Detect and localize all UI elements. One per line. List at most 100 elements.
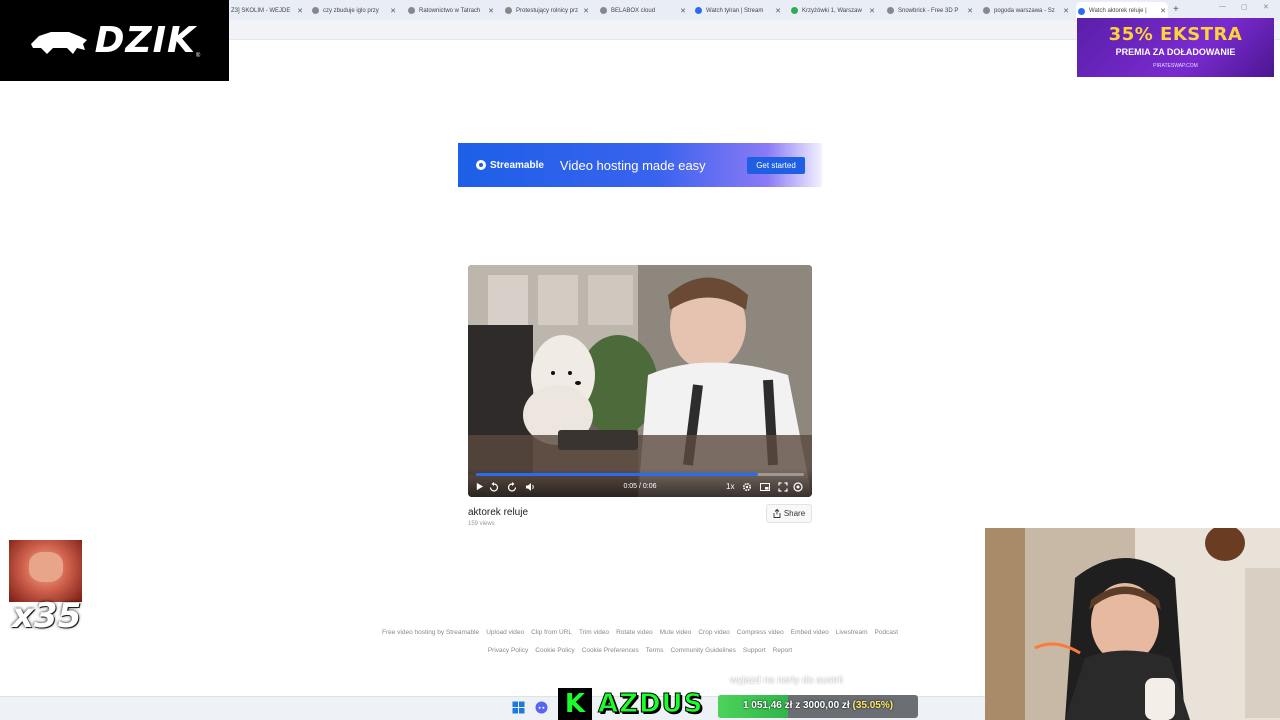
promo-banner: 35% EKSTRA PREMIA ZA DOŁADOWANIE PIRATES… [1077,18,1274,77]
browser-tab[interactable]: czy zbuduje iglo przy ✕ [310,3,398,18]
footer-link[interactable]: Embed video [791,629,829,636]
google-icon [983,7,990,14]
promo-subline: PREMIA ZA DOŁADOWANIE [1115,47,1236,57]
video-frame [468,265,812,497]
streamable-ad-banner[interactable]: Streamable Video hosting made easy Get s… [458,143,822,187]
maximize-icon[interactable]: ▢ [1241,3,1248,11]
playback-speed-button[interactable]: 1x [726,482,734,492]
tab-label: Z3] SKOLIM - WEJDE [231,7,291,14]
footer-link[interactable]: Report [773,647,793,654]
webcam-image [985,528,1280,720]
progress-bar[interactable] [476,473,804,476]
boar-icon [30,31,87,54]
tab-label: Krzyżówki 1, Warszaw [802,7,862,14]
registered-mark: ® [195,53,201,59]
tab-label: Watch tylran | Stream [706,7,764,14]
close-icon[interactable]: ✕ [1160,7,1166,15]
footer-link[interactable]: Upload video [486,629,524,636]
footer-link[interactable]: Crop video [698,629,729,636]
goal-separator: z [795,700,801,711]
share-icon [773,509,781,518]
tab-label: Watch aktorek reluje | [1089,8,1147,14]
tab-label: Protestujący rolnicy prz [516,7,579,14]
globe-icon [408,7,415,14]
browser-tab[interactable]: Watch tylran | Stream ✕ [693,3,783,18]
streamable-icon [1078,7,1085,15]
video-player[interactable]: 0:05 / 0:06 1x [468,265,812,497]
google-icon [312,7,319,14]
tab-label: pogoda warszawa - Sz [994,7,1055,14]
donor-badge: K [558,688,592,720]
donor-name: AZDUS [597,689,704,720]
footer-link[interactable]: Cookie Preferences [582,647,639,654]
windows-start-icon[interactable] [512,701,525,714]
close-icon[interactable]: ✕ [297,7,303,15]
close-icon[interactable]: ✕ [583,7,589,15]
close-icon[interactable]: ✕ [967,7,973,15]
footer-link[interactable]: Cookie Policy [535,647,574,654]
browser-tab[interactable]: Ratownictwo w Tatrach ✕ [406,3,496,18]
goal-text: 1 051,46 zł z 3000,00 zł (35.05%) [718,700,918,711]
close-window-icon[interactable]: ✕ [1263,3,1269,11]
streamable-logo-icon[interactable] [793,482,803,492]
footer-link[interactable]: Livestream [836,629,868,636]
footer-link[interactable]: Podcast [875,629,899,636]
browser-tab[interactable]: Krzyżówki 1, Warszaw ✕ [789,3,877,18]
close-icon[interactable]: ✕ [390,7,396,15]
footer-link[interactable]: Free video hosting by Streamable [382,629,479,636]
footer-link[interactable]: Clip from URL [531,629,572,636]
video-title: aktorek reluje [468,507,529,518]
close-icon[interactable]: ✕ [488,7,494,15]
close-icon[interactable]: ✕ [680,7,686,15]
new-tab-button[interactable]: + [1173,4,1179,15]
emote-combo-count: x35 [12,596,82,636]
fullscreen-icon[interactable] [778,482,788,492]
brand-name: DZIK [94,20,196,61]
site-icon [505,7,512,14]
promo-url: PIRATESWAP.COM [1153,63,1198,69]
streamable-logo-icon [476,160,486,170]
browser-tab[interactable]: Snowbrick - Free 3D P ✕ [885,3,975,18]
site-icon [887,7,894,14]
picture-in-picture-icon[interactable] [760,482,770,492]
goal-percent: (35.05%) [852,700,894,711]
footer-link[interactable]: Support [743,647,766,654]
dzik-logo: DZIK ® [0,0,229,81]
webcam-feed [985,528,1280,720]
close-icon[interactable]: ✕ [1063,7,1069,15]
tab-label: czy zbuduje iglo przy [323,7,379,14]
tab-label: Ratownictwo w Tatrach [419,7,481,14]
share-button[interactable]: Share [766,504,812,523]
footer-link[interactable]: Compress video [737,629,784,636]
ad-brand: Streamable [490,159,544,171]
close-icon[interactable]: ✕ [775,7,781,15]
tab-label: Snowbrick - Free 3D P [898,7,959,14]
footer-link[interactable]: Trim video [579,629,609,636]
browser-tab[interactable]: Protestujący rolnicy prz ✕ [503,3,591,18]
goal-target: 3000,00 zł [802,700,850,711]
donation-goal-bar: 1 051,46 zł z 3000,00 zł (35.05%) [718,695,918,718]
tab-label: BELABOX cloud [611,7,656,14]
minimize-icon[interactable]: — [1219,3,1226,10]
footer-link[interactable]: Community Guidelines [670,647,735,654]
browser-tab[interactable]: BELABOX cloud ✕ [598,3,688,18]
close-icon[interactable]: ✕ [869,7,875,15]
streamable-logo: Streamable [476,160,544,171]
get-started-button[interactable]: Get started [747,157,805,174]
goal-current: 1 051,46 zł [742,700,793,711]
share-label: Share [783,509,806,518]
emote-image [9,540,82,602]
ad-tagline: Video hosting made easy [559,157,706,173]
footer-link[interactable]: Mute video [660,629,692,636]
discord-icon[interactable] [535,701,548,714]
footer-link[interactable]: Rotate video [616,629,653,636]
globe-icon [600,7,607,14]
browser-tab[interactable]: Z3] SKOLIM - WEJDE ✕ [229,3,305,18]
settings-gear-icon[interactable] [742,482,752,492]
progress-fill [476,473,759,476]
stream-caption: wyjazd na narty do austrii [730,675,843,686]
view-count: 159 views [468,521,495,527]
footer-link[interactable]: Privacy Policy [488,647,528,654]
browser-tab[interactable]: pogoda warszawa - Sz ✕ [981,3,1071,18]
footer-link[interactable]: Terms [646,647,664,654]
